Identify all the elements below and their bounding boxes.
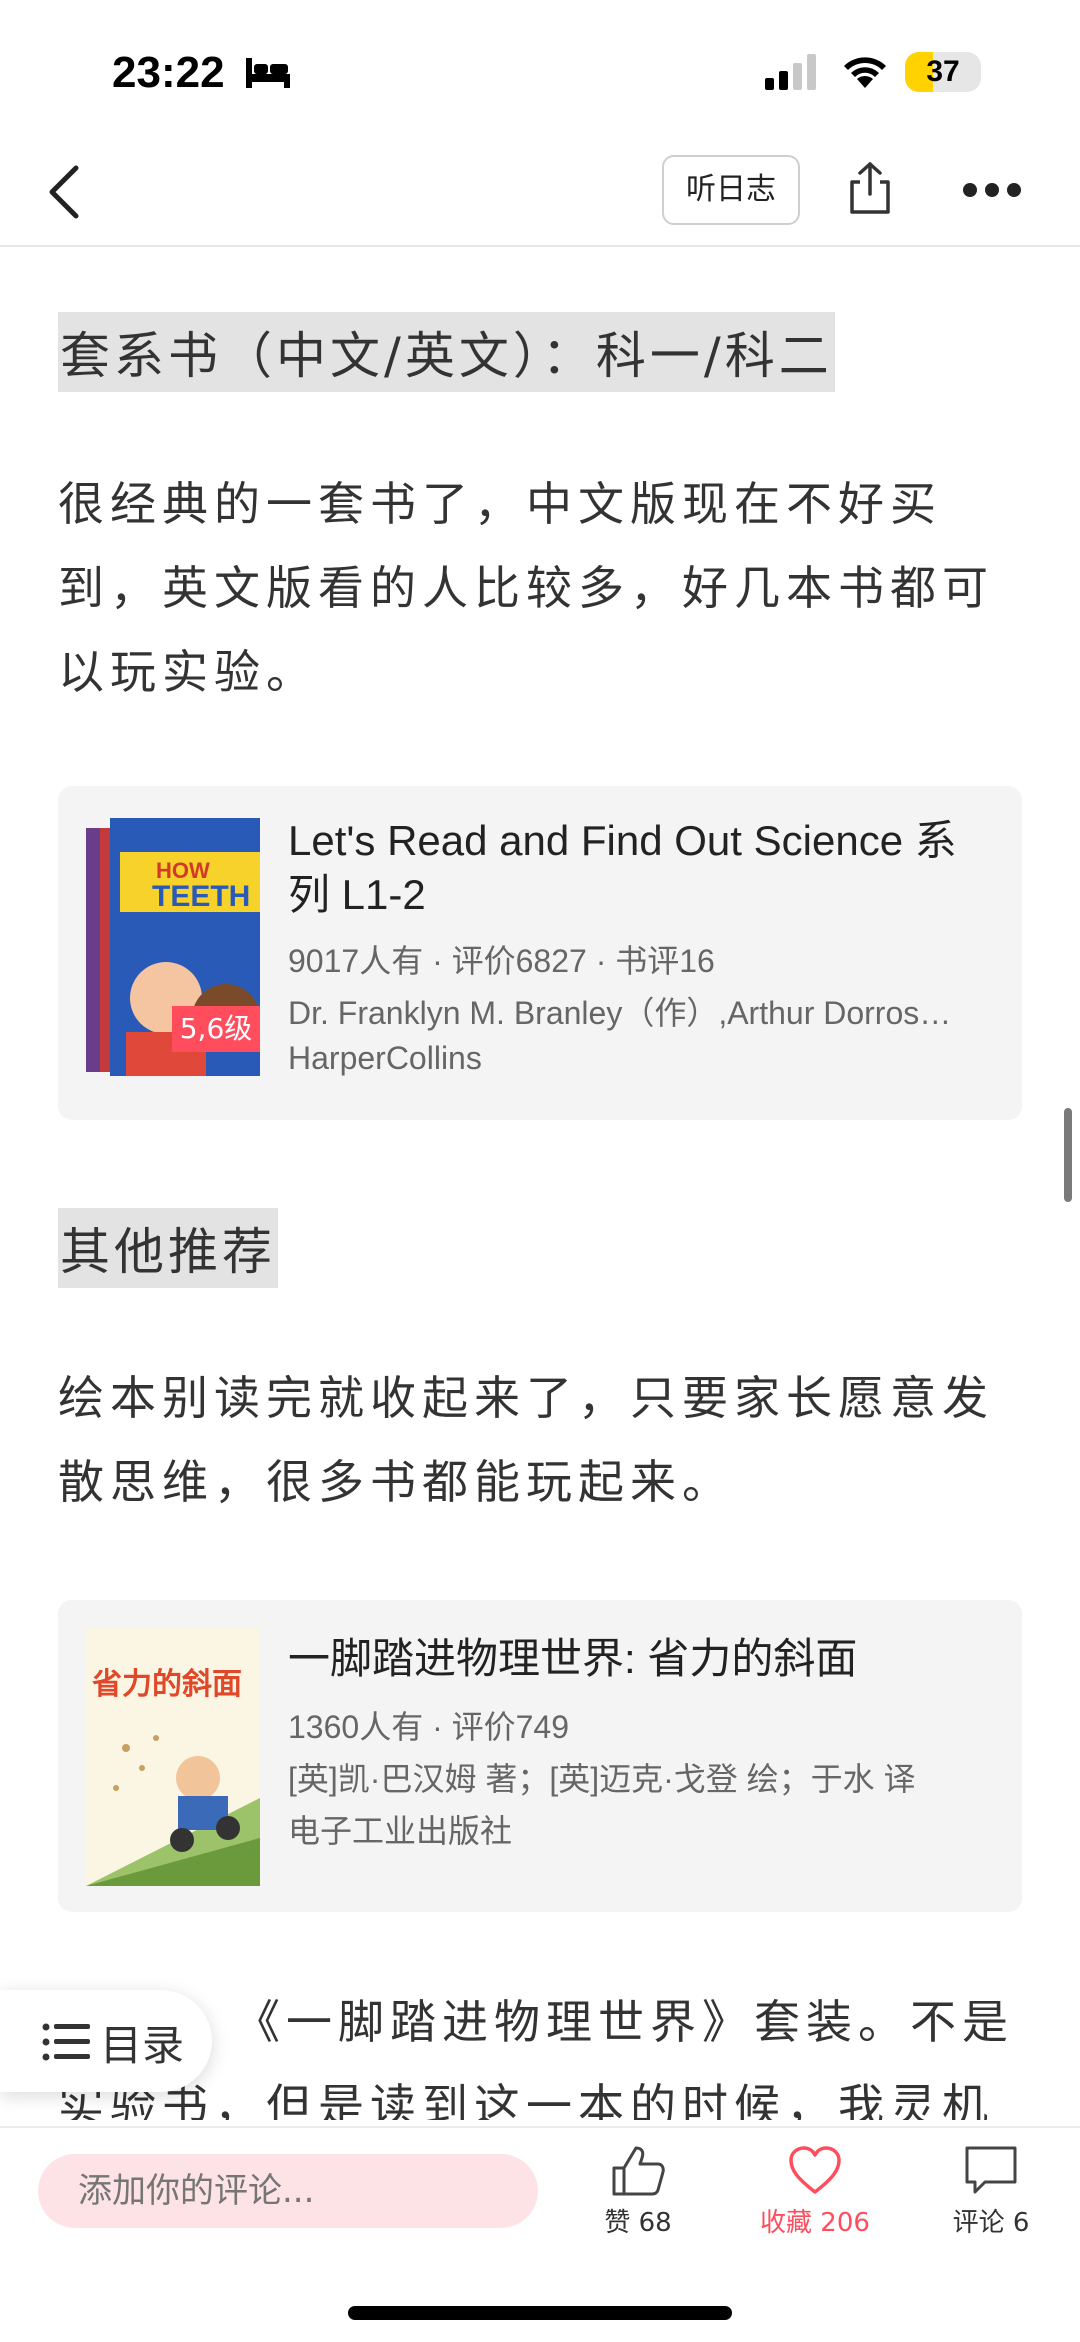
like-count: 赞 68 [604,2208,672,2238]
table-of-contents-button[interactable]: 目录 [0,1990,212,2092]
favorite-count: 收藏 206 [760,2208,870,2238]
wifi-icon [844,57,886,88]
section-heading-textbook: 套系书（中文/英文）：科一/科二 [58,312,1022,392]
scrollbar[interactable] [1064,1108,1072,1202]
paragraph-text: 很经典的一套书了，中文版现在不好买到，英文版看的人比较多，好几本书都可以玩实验。 [58,477,994,699]
book-title: 一脚踏进物理世界: 省力的斜面 [288,1635,858,1682]
section-heading: 其他推荐 [58,1208,278,1288]
reading-level-badge: 5,6级 [172,1006,260,1052]
back-arrow-icon[interactable] [44,162,84,222]
article-paragraph: 很经典的一套书了，中文版现在不好买到，英文版看的人比较多，好几本书都可以玩实验。 [58,462,1022,714]
book-publisher: HarperCollins [288,1040,482,1076]
sleep-mode-icon [246,58,290,88]
section-heading-other: 其他推荐 [58,1208,1022,1288]
book-card[interactable]: 省力的斜面 一脚踏进物理世界: 省力的斜面 1360人有 · 评价749 [英]… [58,1600,1022,1912]
paragraph-text: 绘本别读完就收起来了，只要家长愿意发散思维，很多书都能玩起来。 [58,1371,994,1509]
status-bar: 23:22 37 [0,0,1080,140]
book-card[interactable]: HOW TEETH 5,6级 Let's Read and Find Out S… [58,786,1022,1120]
clock: 23:22 [112,48,225,97]
comment-button[interactable]: 评论 6 [916,2144,1066,2239]
toc-label: 目录 [100,2021,185,2070]
comment-bubble-icon [965,2146,1017,2194]
comment-input[interactable] [38,2154,538,2228]
listen-button[interactable]: 听日志 [662,155,800,225]
svg-text:TEETH: TEETH [152,880,250,913]
battery-indicator: 37 [905,52,981,92]
thumbs-up-icon [612,2146,665,2196]
book-authors: [英]凯·巴汉姆 著；[英]迈克·戈登 绘；于水 译 [288,1761,916,1797]
like-button[interactable]: 赞 68 [563,2144,713,2239]
nav-bar: 听日志 [0,140,1080,247]
comment-count: 评论 6 [952,2208,1030,2238]
book-stats: 9017人有 · 评价6827 · 书评16 [288,943,715,979]
book-publisher: 电子工业出版社 [288,1813,513,1849]
home-indicator[interactable] [348,2306,732,2320]
book-stats: 1360人有 · 评价749 [288,1709,570,1745]
favorite-button[interactable]: 收藏 206 [740,2144,890,2239]
book-title: Let's Read and Find Out Science 系列 L1-2 [288,817,957,918]
battery-level: 37 [926,55,960,88]
list-icon [42,2023,90,2061]
heart-icon [789,2146,841,2194]
more-options-icon[interactable] [962,182,1022,198]
article-paragraph: 绘本别读完就收起来了，只要家长愿意发散思维，很多书都能玩起来。 [58,1356,1022,1524]
book-authors: Dr. Franklyn M. Branley（作）,Arthur Dorros… [288,995,952,1031]
cover-title-text: 省力的斜面 [92,1667,242,1702]
section-heading: 套系书（中文/英文）：科一/科二 [58,312,835,392]
book-cover-image: 省力的斜面 [86,1628,260,1886]
share-icon[interactable] [848,160,892,216]
cellular-signal-icon [765,54,816,90]
